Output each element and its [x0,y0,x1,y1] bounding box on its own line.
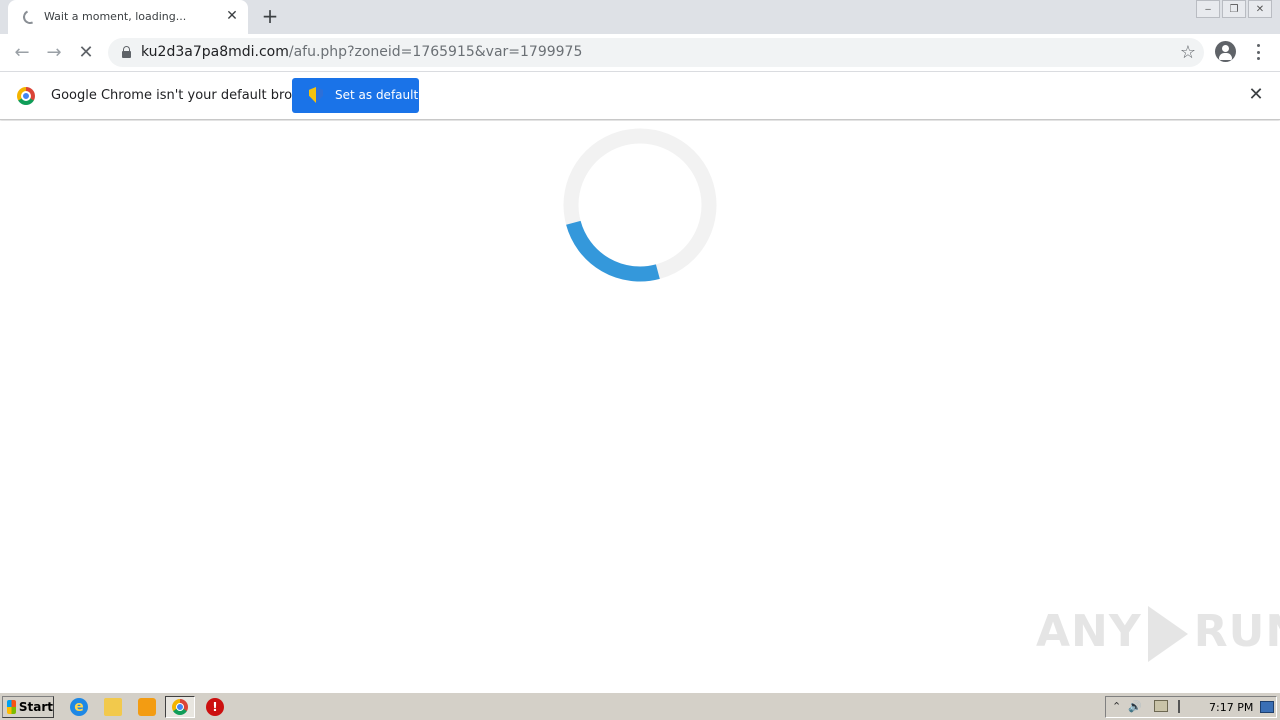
default-browser-infobar: Google Chrome isn't your default browser… [0,71,1280,120]
alert-app-icon[interactable]: ! [206,698,224,716]
back-button[interactable]: ← [11,42,33,64]
tray-expand-icon[interactable]: ⌃ [1112,700,1121,713]
watermark-right-text: RUN [1193,606,1280,657]
clock[interactable]: 7:17 PM [1209,701,1253,714]
infobar-close-icon[interactable]: ✕ [1247,86,1265,104]
menu-dots-icon[interactable] [1250,42,1266,62]
show-desktop-icon[interactable] [1260,701,1274,713]
watermark-left-text: ANY [1036,606,1142,657]
new-tab-button[interactable]: + [260,6,280,26]
restore-button[interactable]: ❐ [1222,0,1246,18]
set-as-default-button[interactable]: Set as default [292,78,419,113]
media-player-icon[interactable] [138,698,156,716]
internet-explorer-icon[interactable]: e [70,698,88,716]
url-host: ku2d3a7pa8mdi.com [141,44,289,60]
chrome-taskbar-button[interactable] [165,696,195,718]
action-center-flag-icon[interactable] [1178,700,1190,713]
anyrun-watermark: ANY RUN [1036,606,1280,662]
start-button[interactable]: Start [2,696,54,718]
tab-active[interactable]: Wait a moment, loading... ✕ [8,0,248,34]
address-bar[interactable]: ku2d3a7pa8mdi.com/afu.php?zoneid=1765915… [108,38,1204,67]
chrome-logo-icon [17,87,35,105]
account-icon[interactable] [1215,41,1236,62]
stop-loading-button[interactable]: ✕ [75,42,97,64]
network-icon[interactable] [1154,700,1168,712]
bookmark-star-icon[interactable]: ☆ [1180,42,1196,63]
loading-spinner-icon [21,8,39,26]
tab-title: Wait a moment, loading... [44,10,187,23]
window-close-button[interactable]: ✕ [1248,0,1272,18]
tab-close-icon[interactable]: ✕ [224,8,240,24]
set-as-default-label: Set as default [335,88,419,102]
lock-icon[interactable] [122,46,131,58]
taskbar: Start e ! ⌃ 🔊 7:17 PM [0,692,1280,720]
tab-strip: Wait a moment, loading... ✕ + ‒ ❐ ✕ [0,0,1280,34]
url-path: /afu.php?zoneid=1765915&var=1799975 [288,44,583,60]
chrome-taskbar-icon [172,699,188,715]
volume-icon[interactable]: 🔊 [1128,700,1142,713]
forward-button[interactable]: → [43,42,65,64]
system-tray: ⌃ 🔊 7:17 PM [1105,696,1277,718]
url-text[interactable]: ku2d3a7pa8mdi.com/afu.php?zoneid=1765915… [141,44,582,60]
watermark-play-icon [1147,606,1188,662]
windows-logo-icon [7,700,16,714]
infobar-message: Google Chrome isn't your default browser [51,88,323,103]
window-controls: ‒ ❐ ✕ [1194,0,1272,18]
minimize-button[interactable]: ‒ [1196,0,1220,18]
loading-spinner [563,128,717,282]
uac-shield-icon [309,87,323,103]
file-explorer-icon[interactable] [104,698,122,716]
browser-toolbar: ← → ✕ ku2d3a7pa8mdi.com/afu.php?zoneid=1… [0,34,1280,71]
start-label: Start [18,700,53,714]
